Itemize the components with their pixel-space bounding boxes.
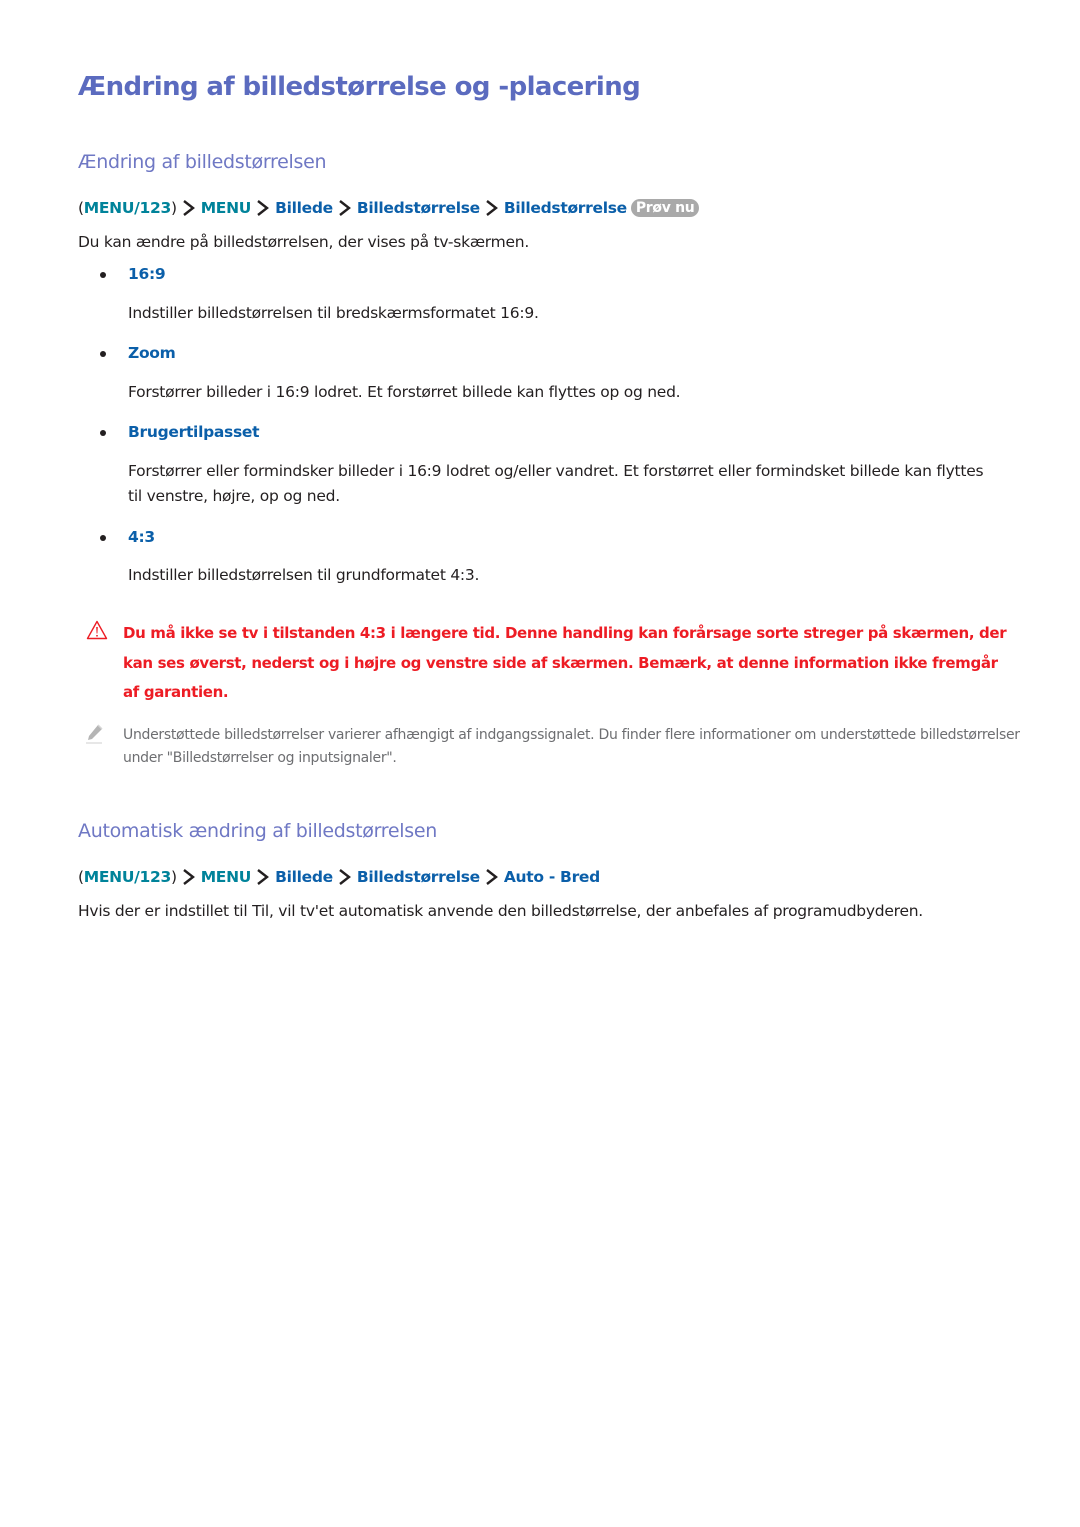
- section-title-auto: Automatisk ændring af billedstørrelsen: [78, 820, 437, 842]
- option-label-custom: Brugertilpasset: [128, 423, 260, 441]
- path-item-billede[interactable]: Billede: [275, 868, 333, 886]
- option-desc-16-9: Indstiller billedstørrelsen til bredskær…: [128, 304, 539, 322]
- path-item-billedstorrelse-setting[interactable]: Billedstørrelse: [504, 199, 627, 217]
- section-title-resize: Ændring af billedstørrelsen: [78, 151, 327, 173]
- try-now-button[interactable]: Prøv nu: [630, 199, 700, 217]
- note-text: Understøttede billedstørrelser varierer …: [123, 727, 1020, 766]
- paren-close: ): [170, 868, 177, 886]
- bullet-icon: [100, 272, 106, 278]
- option-desc-4-3: Indstiller billedstørrelsen til grundfor…: [128, 566, 480, 584]
- option-desc-zoom: Forstørrer billeder i 16:9 lodret. Et fo…: [128, 383, 681, 401]
- chevron-right-icon: [484, 868, 500, 886]
- option-desc-custom: Forstørrer eller formindsker billeder i …: [128, 462, 984, 505]
- page-title: Ændring af billedstørrelse og -placering: [78, 72, 641, 102]
- paren-close: ): [170, 199, 177, 217]
- section-body-auto: Hvis der er indstillet til Til, vil tv'e…: [78, 902, 923, 920]
- path-item-auto-bred[interactable]: Auto - Bred: [504, 868, 600, 886]
- option-label-4-3: 4:3: [128, 528, 155, 546]
- chevron-right-icon: [255, 199, 271, 217]
- bullet-icon: [100, 351, 106, 357]
- path-root: MENU/123: [83, 199, 171, 217]
- option-label-16-9: 16:9: [128, 265, 166, 283]
- path-item-billedstorrelse[interactable]: Billedstørrelse: [357, 868, 480, 886]
- chevron-right-icon: [484, 199, 500, 217]
- path-item-menu[interactable]: MENU: [201, 199, 252, 217]
- pencil-icon: [84, 723, 104, 745]
- path-root: MENU/123: [83, 868, 171, 886]
- bullet-icon: [100, 535, 106, 541]
- bullet-icon: [100, 430, 106, 436]
- warning-text: Du må ikke se tv i tilstanden 4:3 i læng…: [123, 624, 1007, 701]
- menu-path-resize: (MENU/123) MENU Billede Billedstørrelse …: [78, 199, 700, 217]
- chevron-right-icon: [181, 199, 197, 217]
- path-item-menu[interactable]: MENU: [201, 868, 252, 886]
- chevron-right-icon: [255, 868, 271, 886]
- chevron-right-icon: [337, 199, 353, 217]
- chevron-right-icon: [337, 868, 353, 886]
- menu-path-auto: (MENU/123) MENU Billede Billedstørrelse …: [78, 868, 600, 886]
- path-item-billede[interactable]: Billede: [275, 199, 333, 217]
- path-item-billedstorrelse[interactable]: Billedstørrelse: [357, 199, 480, 217]
- warning-triangle-icon: [86, 620, 108, 640]
- section-intro: Du kan ændre på billedstørrelsen, der vi…: [78, 233, 530, 251]
- option-label-zoom: Zoom: [128, 344, 176, 362]
- chevron-right-icon: [181, 868, 197, 886]
